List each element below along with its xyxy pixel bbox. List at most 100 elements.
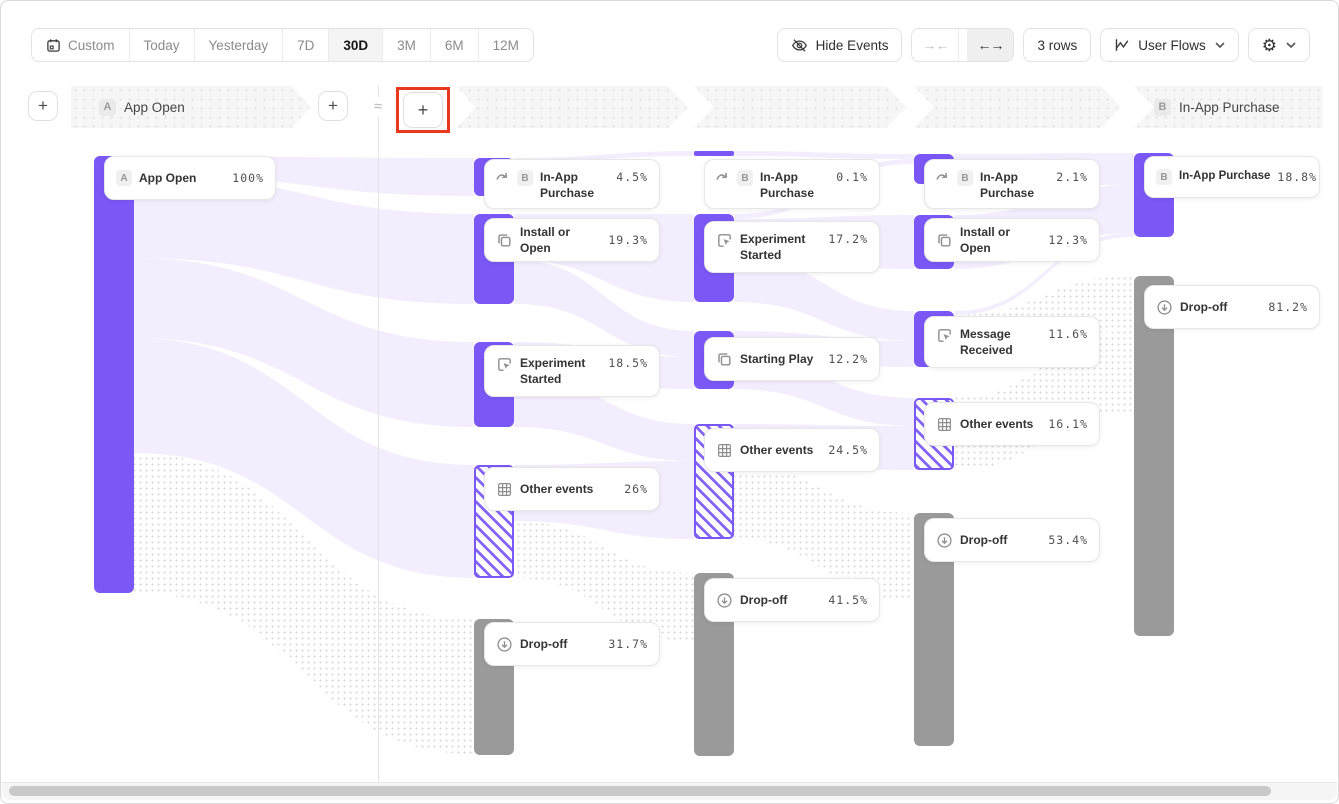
- add-step-button-left[interactable]: +: [28, 91, 58, 121]
- date-range-label: 7D: [297, 38, 314, 53]
- view-selector-label: User Flows: [1138, 38, 1206, 53]
- grid-icon: [496, 481, 513, 498]
- node-card-c3-in-app-purchase[interactable]: B In-App Purchase 0.1%: [704, 159, 880, 209]
- node-percent: 4.5%: [616, 170, 648, 184]
- date-range-7d[interactable]: 7D: [283, 29, 329, 61]
- step-segment-4[interactable]: [914, 86, 1121, 128]
- badge-a: A: [116, 170, 132, 186]
- node-percent: 31.7%: [608, 637, 648, 651]
- badge-b: B: [737, 170, 753, 186]
- step-segment-3[interactable]: [694, 86, 906, 128]
- node-percent: 100%: [232, 171, 264, 185]
- node-label: Experiment Started: [740, 231, 821, 263]
- node-percent: 41.5%: [828, 593, 868, 607]
- toolbar: Custom TodayYesterday 7D 30D 3M 6M 12M Hide Ev…: [31, 28, 1310, 62]
- date-range-label: 30D: [343, 38, 368, 53]
- node-percent: 2.1%: [1056, 170, 1088, 184]
- node-card-c3-experiment-started[interactable]: Experiment Started17.2%: [704, 221, 880, 273]
- node-card-c4-drop-off[interactable]: Drop-off53.4%: [924, 518, 1100, 562]
- node-label: Other events: [740, 442, 813, 458]
- node-label: Install or Open: [960, 224, 1041, 256]
- date-range-3m[interactable]: 3M: [383, 29, 431, 61]
- node-card-c2-install-or-open[interactable]: Install or Open19.3%: [484, 218, 660, 262]
- hide-events-button[interactable]: Hide Events: [777, 28, 903, 62]
- gear-icon: ⚙: [1262, 37, 1277, 54]
- date-range-today[interactable]: Today: [130, 29, 195, 61]
- node-card-c1-app-open[interactable]: AApp Open100%: [104, 156, 276, 200]
- flow-bar-c3-in-app-purchase[interactable]: [694, 151, 734, 156]
- node-percent: 53.4%: [1048, 533, 1088, 547]
- node-card-c2-experiment-started[interactable]: Experiment Started18.5%: [484, 345, 660, 397]
- expand-columns-button[interactable]: ←→: [967, 29, 1013, 61]
- rows-button[interactable]: 3 rows: [1023, 28, 1091, 62]
- node-percent: 24.5%: [828, 443, 868, 457]
- node-card-c2-in-app-purchase[interactable]: BIn-App Purchase4.5%: [484, 159, 660, 209]
- node-card-c3-starting-play[interactable]: Starting Play12.2%: [704, 337, 880, 381]
- chevron-down-icon: [1286, 42, 1296, 48]
- node-percent: 18.8%: [1277, 170, 1317, 184]
- grid-icon: [716, 442, 733, 459]
- node-percent: 19.3%: [608, 233, 648, 247]
- badge-b: B: [517, 170, 533, 186]
- experiment-icon: [496, 356, 513, 373]
- annotation-highlight-box: [396, 87, 450, 133]
- step-label: App Open: [124, 100, 185, 115]
- node-label: Starting Play: [740, 351, 813, 367]
- badge-b: B: [957, 170, 973, 186]
- flow-bar-c1-app-open[interactable]: [94, 156, 134, 593]
- node-percent: 11.6%: [1048, 327, 1088, 341]
- node-label: Experiment Started: [520, 355, 601, 387]
- node-card-c4-other-events[interactable]: Other events16.1%: [924, 402, 1100, 446]
- date-range-control: Custom TodayYesterday 7D 30D 3M 6M 12M: [31, 28, 534, 62]
- flow-ribbon: [734, 151, 914, 159]
- experiment-icon: [716, 232, 733, 249]
- step-segment-5[interactable]: BIn-App Purchase: [1134, 86, 1323, 128]
- date-range-custom[interactable]: Custom: [32, 29, 130, 61]
- scrollbar-thumb[interactable]: [9, 786, 1271, 796]
- node-card-c2-drop-off[interactable]: Drop-off 31.7%: [484, 622, 660, 666]
- node-card-c4-install-or-open[interactable]: Install or Open12.3%: [924, 218, 1100, 262]
- grid-icon: [936, 416, 953, 433]
- date-range-yesterday[interactable]: Yesterday: [195, 29, 284, 61]
- node-label: Other events: [520, 481, 593, 497]
- copy-icon: [936, 232, 953, 249]
- date-range-12m[interactable]: 12M: [479, 29, 533, 61]
- node-card-c5-drop-off[interactable]: Drop-off81.2%: [1144, 285, 1320, 329]
- step-segment-2[interactable]: [456, 86, 688, 128]
- user-flows-page: ≈ CustomTodayYesterday7D30D3M6M12M Hide …: [0, 0, 1339, 804]
- collapse-columns-button[interactable]: →←: [912, 29, 959, 61]
- node-card-c2-other-events[interactable]: Other events26%: [484, 467, 660, 511]
- chevron-down-icon: [1215, 42, 1225, 48]
- node-card-c3-other-events[interactable]: Other events 24.5%: [704, 428, 880, 472]
- settings-button[interactable]: ⚙: [1248, 28, 1310, 62]
- view-selector-button[interactable]: User Flows: [1100, 28, 1239, 62]
- step-segment-1[interactable]: AApp Open: [71, 86, 311, 128]
- date-range-label: 3M: [397, 38, 416, 53]
- node-card-c5-in-app-purchase[interactable]: B In-App Purchase 18.8%: [1144, 156, 1320, 198]
- node-label: Message Received: [960, 326, 1041, 358]
- date-range-label: Custom: [68, 38, 115, 53]
- date-range-30d[interactable]: 30D: [329, 29, 383, 61]
- node-label: In-App Purchase: [980, 169, 1049, 201]
- node-card-c4-message-received[interactable]: Message Received 11.6%: [924, 316, 1100, 368]
- flow-ribbon: [134, 338, 474, 578]
- add-step-button-after-a[interactable]: +: [318, 91, 348, 121]
- node-card-c3-drop-off[interactable]: Drop-off41.5%: [704, 578, 880, 622]
- copy-icon: [496, 232, 513, 249]
- trend-arrow-icon: [936, 170, 950, 182]
- calendar-icon: [46, 38, 61, 53]
- horizontal-scrollbar[interactable]: [2, 782, 1337, 800]
- node-label: In-App Purchase: [1179, 169, 1270, 185]
- flow-bar-c5-drop-off[interactable]: [1134, 276, 1174, 636]
- date-range-6m[interactable]: 6M: [431, 29, 479, 61]
- node-percent: 0.1%: [836, 170, 868, 184]
- hide-events-label: Hide Events: [816, 38, 889, 53]
- badge-b: B: [1156, 169, 1172, 185]
- node-label: In-App Purchase: [760, 169, 829, 201]
- trend-arrow-icon: [496, 170, 510, 182]
- node-card-c4-in-app-purchase[interactable]: B In-App Purchase 2.1%: [924, 159, 1100, 209]
- date-range-label: 6M: [445, 38, 464, 53]
- node-label: Drop-off: [520, 636, 567, 652]
- column-width-toggle: →← ←→: [911, 28, 1014, 62]
- flow-chart-icon: [1114, 37, 1130, 53]
